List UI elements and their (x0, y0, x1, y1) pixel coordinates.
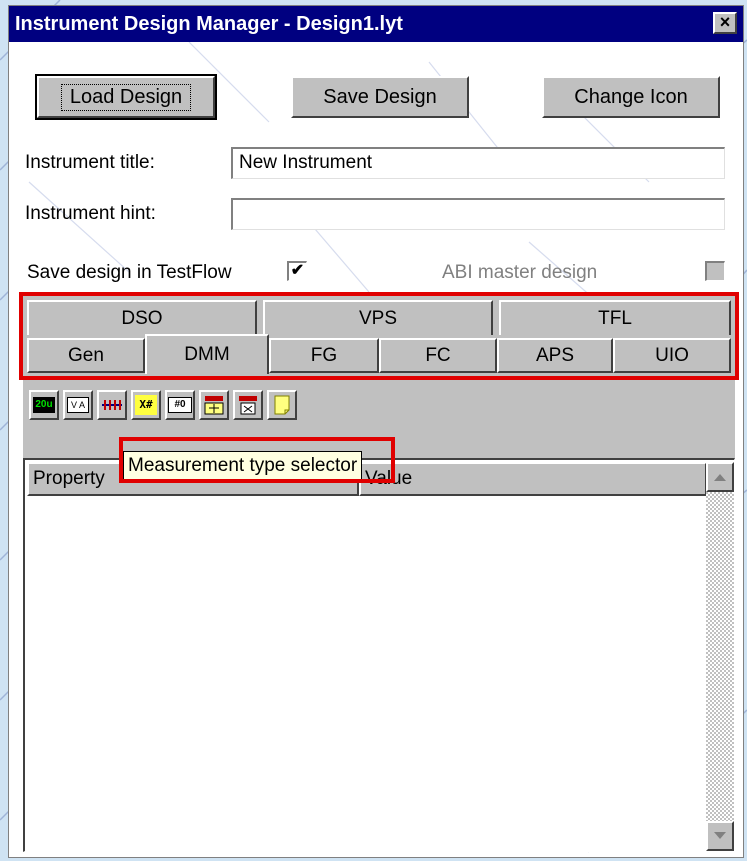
instrument-hint-label: Instrument hint: (25, 203, 156, 224)
tab-dso[interactable]: DSO (27, 300, 257, 335)
range-bar-icon[interactable] (97, 390, 127, 420)
close-button[interactable]: × (713, 12, 737, 34)
save-in-testflow-label: Save design in TestFlow (27, 262, 232, 283)
instrument-title-input[interactable]: New Instrument (231, 147, 725, 179)
digits-icon[interactable]: #0 (165, 390, 195, 420)
trigger-graph-icon[interactable] (199, 390, 229, 420)
tab-aps[interactable]: APS (497, 338, 613, 373)
tab-vps[interactable]: VPS (263, 300, 493, 335)
tab-dmm[interactable]: DMM (145, 334, 269, 374)
value-column-header[interactable]: Value (359, 462, 707, 496)
instrument-design-manager-window: Instrument Design Manager - Design1.lyt … (8, 5, 744, 858)
save-design-button[interactable]: Save Design (291, 76, 469, 118)
window-title: Instrument Design Manager - Design1.lyt (15, 13, 403, 35)
tab-gen[interactable]: Gen (27, 338, 145, 373)
measurement-type-icon[interactable]: X# (131, 390, 161, 420)
instrument-title-label: Instrument title: (25, 152, 155, 173)
tooltip: Measurement type selector (123, 451, 363, 481)
arrow-down-icon (714, 832, 726, 839)
trigger-clear-icon[interactable] (233, 390, 263, 420)
abi-master-design-checkbox (705, 261, 725, 281)
load-design-button[interactable]: Load Design (35, 74, 217, 120)
scroll-down-button[interactable] (706, 821, 734, 851)
vertical-scrollbar[interactable] (706, 462, 734, 851)
tab-tfl[interactable]: TFL (499, 300, 731, 335)
tab-fg[interactable]: FG (269, 338, 379, 373)
display-value-icon[interactable]: 20u (29, 390, 59, 420)
tab-control: DSO VPS TFL Gen DMM FG FC APS UIO 20u V … (23, 296, 735, 458)
tab-uio[interactable]: UIO (613, 338, 731, 373)
save-in-testflow-checkbox[interactable]: ✔ (287, 261, 307, 281)
title-bar[interactable]: Instrument Design Manager - Design1.lyt … (9, 6, 743, 42)
arrow-up-icon (714, 474, 726, 481)
load-design-label: Load Design (60, 83, 192, 111)
abi-master-design-label: ABI master design (442, 262, 598, 283)
note-icon[interactable] (267, 390, 297, 420)
meter-units-icon[interactable]: V A (63, 390, 93, 420)
instrument-hint-input[interactable] (231, 198, 725, 230)
property-grid[interactable]: Property Value (23, 458, 735, 852)
change-icon-button[interactable]: Change Icon (542, 76, 720, 118)
tab-fc[interactable]: FC (379, 338, 497, 373)
scroll-up-button[interactable] (706, 462, 734, 492)
